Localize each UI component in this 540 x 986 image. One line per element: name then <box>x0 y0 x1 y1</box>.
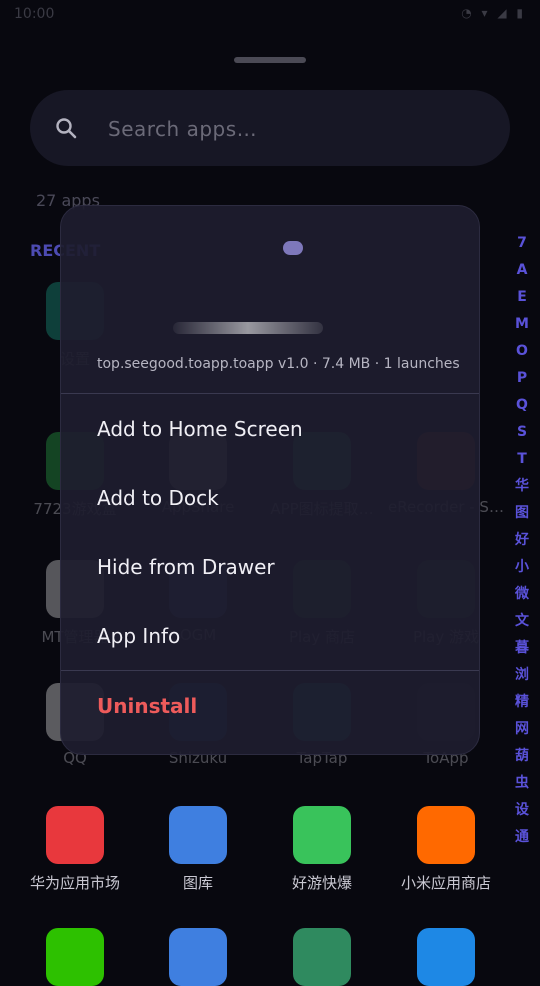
app-label: 小米应用商店 <box>400 874 491 892</box>
package-info: top.seegood.toapp.toapp v1.0 · 7.4 MB · … <box>97 356 460 372</box>
status-icons: ◔ ▾ ◢ ▮ <box>461 6 526 20</box>
alphabet-letter[interactable]: Q <box>508 396 536 423</box>
alphabet-letter[interactable]: 文 <box>508 612 536 639</box>
app-name-blurred <box>173 322 323 334</box>
app-tile[interactable] <box>261 928 383 986</box>
status-bar: 10:00 ◔ ▾ ◢ ▮ <box>0 0 540 28</box>
alphabet-letter[interactable]: 华 <box>508 477 536 504</box>
status-time: 10:00 <box>14 6 55 22</box>
alphabet-letter[interactable]: M <box>508 315 536 342</box>
alphabet-letter[interactable]: 好 <box>508 531 536 558</box>
search-bar[interactable]: Search apps… <box>30 90 510 166</box>
app-tile[interactable] <box>137 928 259 986</box>
wechat-icon <box>46 928 104 986</box>
alphabet-letter[interactable]: 设 <box>508 801 536 828</box>
alphabet-letter[interactable]: 小 <box>508 558 536 585</box>
gallery-icon <box>169 806 227 864</box>
alphabet-letter[interactable]: 7 <box>508 234 536 261</box>
alphabet-letter[interactable]: T <box>508 450 536 477</box>
huawei-appgallery-icon <box>46 806 104 864</box>
alphabet-letter[interactable]: 浏 <box>508 666 536 693</box>
alphabet-letter[interactable]: 微 <box>508 585 536 612</box>
app-icon-blurred <box>283 241 303 255</box>
app-tile[interactable]: 小米应用商店 <box>385 806 507 893</box>
alphabet-letter[interactable]: 暮 <box>508 639 536 666</box>
search-placeholder: Search apps… <box>108 117 258 141</box>
app-tile[interactable] <box>385 928 507 986</box>
alphabet-letter[interactable]: 葫 <box>508 747 536 774</box>
alphabet-letter[interactable]: S <box>508 423 536 450</box>
alphabet-letter[interactable]: A <box>508 261 536 288</box>
alphabet-letter[interactable]: 通 <box>508 828 536 855</box>
alphabet-letter[interactable]: 图 <box>508 504 536 531</box>
divider <box>61 393 479 394</box>
app-label: 好游快爆 <box>291 874 352 892</box>
app-tile[interactable]: 华为应用市场 <box>14 806 136 893</box>
hide-from-drawer-item[interactable]: Hide from Drawer <box>61 537 479 597</box>
search-icon <box>54 116 78 140</box>
app-label: 华为应用市场 <box>29 874 120 892</box>
divider <box>61 670 479 671</box>
app-tile[interactable]: 图库 <box>137 806 259 893</box>
files-icon <box>169 928 227 986</box>
android-icon <box>293 928 351 986</box>
add-to-dock-item[interactable]: Add to Dock <box>61 468 479 528</box>
app-info-item[interactable]: App Info <box>61 606 479 666</box>
app-context-menu: top.seegood.toapp.toapp v1.0 · 7.4 MB · … <box>60 205 480 755</box>
browser-icon <box>417 928 475 986</box>
alphabet-index[interactable]: 7AEMOPQST华图好小微文暮浏精网葫虫设通 <box>508 234 536 855</box>
add-to-home-screen-item[interactable]: Add to Home Screen <box>61 399 479 459</box>
haoyou-icon <box>293 806 351 864</box>
mi-store-icon <box>417 806 475 864</box>
alphabet-letter[interactable]: 虫 <box>508 774 536 801</box>
app-tile[interactable] <box>14 928 136 986</box>
app-label: 图库 <box>182 874 213 892</box>
alphabet-letter[interactable]: O <box>508 342 536 369</box>
alphabet-letter[interactable]: P <box>508 369 536 396</box>
alphabet-letter[interactable]: 精 <box>508 693 536 720</box>
alphabet-letter[interactable]: 网 <box>508 720 536 747</box>
uninstall-item[interactable]: Uninstall <box>61 676 479 736</box>
drawer-handle[interactable] <box>234 57 306 63</box>
alphabet-letter[interactable]: E <box>508 288 536 315</box>
app-tile[interactable]: 好游快爆 <box>261 806 383 893</box>
